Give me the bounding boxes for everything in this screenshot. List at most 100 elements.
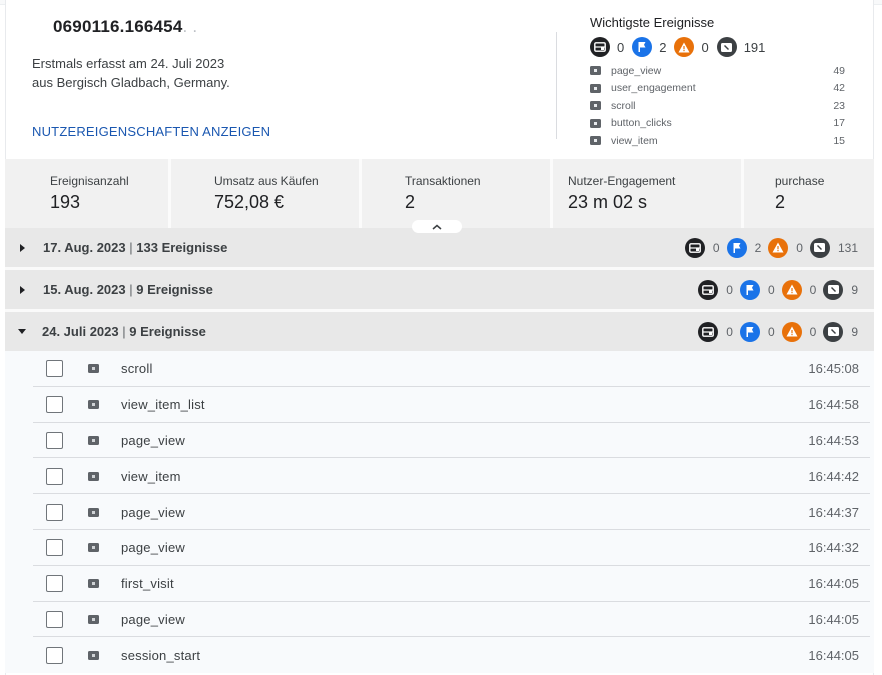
badge-count: 0 bbox=[701, 39, 709, 55]
event-row[interactable]: view_item_list 16:44:58 bbox=[5, 387, 874, 423]
event-name[interactable]: first_visit bbox=[121, 576, 808, 591]
event-icon bbox=[88, 400, 99, 410]
event-row[interactable]: first_visit 16:44:05 bbox=[5, 566, 874, 602]
top-event-item[interactable]: view_item 15 bbox=[590, 132, 850, 150]
summary-stats: Ereignisanzahl 193 Umsatz aus Käufen 752… bbox=[5, 159, 874, 228]
event-row[interactable]: page_view 16:44:32 bbox=[5, 530, 874, 566]
badge-count: 131 bbox=[837, 240, 858, 255]
stat-transactions: Transaktionen 2 bbox=[362, 159, 553, 228]
event-checkbox[interactable] bbox=[46, 431, 63, 449]
top-events-title: Wichtigste Ereignisse bbox=[590, 15, 715, 30]
day-section-header[interactable]: 24. Juli 2023 | 9 Ereignisse 0 0 0 9 bbox=[5, 312, 874, 351]
badge-count: 0 bbox=[617, 39, 625, 55]
user-header-card: 0690116.166454. . Erstmals erfasst am 24… bbox=[5, 5, 874, 159]
event-row[interactable]: session_start 16:44:05 bbox=[5, 637, 874, 673]
day-title: 17. Aug. 2023 | 133 Ereignisse bbox=[43, 240, 228, 255]
top-events-list: page_view 49 user_engagement 42 scroll 23 b… bbox=[590, 62, 850, 150]
event-icon bbox=[823, 279, 844, 300]
event-name[interactable]: page_view bbox=[121, 505, 808, 520]
top-event-item[interactable]: button_clicks 17 bbox=[590, 115, 850, 133]
badge-count: 0 bbox=[767, 324, 775, 339]
expand-caret-icon[interactable] bbox=[20, 243, 25, 252]
badge-count: 0 bbox=[796, 240, 803, 255]
event-checkbox[interactable] bbox=[46, 575, 63, 593]
event-name[interactable]: page_view bbox=[121, 433, 808, 448]
top-events-panel: Wichtigste Ereignisse 0 2 0 191 page_vie… bbox=[590, 15, 850, 150]
warning-icon bbox=[781, 279, 802, 300]
web-stories-icon bbox=[698, 279, 719, 300]
flag-icon bbox=[739, 279, 760, 300]
flag-icon bbox=[726, 237, 747, 258]
collapse-caret-icon[interactable] bbox=[18, 329, 26, 334]
day-badges: 0 0 0 9 bbox=[698, 321, 858, 342]
event-time: 16:45:08 bbox=[808, 361, 859, 377]
badge-count: 0 bbox=[767, 282, 775, 297]
event-list: scroll 16:45:08 view_item_list 16:44:58 pa… bbox=[5, 351, 874, 674]
event-name[interactable]: page_view bbox=[121, 540, 808, 555]
event-checkbox[interactable] bbox=[46, 467, 63, 485]
event-checkbox[interactable] bbox=[46, 503, 63, 521]
badge-count: 0 bbox=[809, 282, 817, 297]
event-checkbox[interactable] bbox=[46, 539, 63, 557]
show-user-properties-link[interactable]: NUTZEREIGENSCHAFTEN ANZEIGEN bbox=[32, 124, 270, 139]
event-row[interactable]: scroll 16:45:08 bbox=[5, 351, 874, 387]
expand-caret-icon[interactable] bbox=[20, 285, 25, 294]
badge-count: 0 bbox=[726, 324, 733, 339]
event-time: 16:44:05 bbox=[808, 576, 859, 592]
day-title: 24. Juli 2023 | 9 Ereignisse bbox=[42, 324, 206, 339]
top-event-item[interactable]: scroll 23 bbox=[590, 97, 850, 115]
top-event-item[interactable]: user_engagement 42 bbox=[590, 80, 850, 98]
event-icon bbox=[590, 66, 601, 76]
badge-count: 0 bbox=[712, 240, 720, 255]
event-checkbox[interactable] bbox=[46, 646, 63, 664]
event-name[interactable]: page_view bbox=[121, 612, 808, 627]
first-seen-info: Erstmals erfasst am 24. Juli 2023 aus Be… bbox=[32, 54, 230, 92]
badge-count: 9 bbox=[851, 324, 858, 339]
badge-count: 0 bbox=[726, 282, 733, 297]
stat-engagement: Nutzer-Engagement 23 m 02 s bbox=[553, 159, 744, 228]
event-time: 16:44:53 bbox=[808, 432, 859, 448]
event-checkbox[interactable] bbox=[46, 610, 63, 628]
stat-label: Umsatz aus Käufen bbox=[214, 174, 319, 188]
event-checkbox[interactable] bbox=[46, 360, 63, 378]
event-row[interactable]: view_item 16:44:42 bbox=[5, 458, 874, 494]
stat-value: 752,08 € bbox=[214, 192, 285, 212]
day-section-header[interactable]: 15. Aug. 2023 | 9 Ereignisse 0 0 0 9 bbox=[5, 270, 874, 309]
day-badges: 0 0 0 9 bbox=[698, 279, 858, 300]
first-seen-date: Erstmals erfasst am 24. Juli 2023 bbox=[32, 56, 225, 71]
stat-event-count: Ereignisanzahl 193 bbox=[5, 159, 171, 228]
web-stories-icon bbox=[590, 37, 610, 57]
stat-value: 2 bbox=[405, 192, 416, 212]
badge-count: 0 bbox=[809, 324, 817, 339]
stat-label: Transaktionen bbox=[405, 174, 481, 188]
badge-count: 191 bbox=[743, 39, 766, 55]
event-name[interactable]: view_item bbox=[121, 469, 808, 484]
stat-value: 2 bbox=[775, 192, 786, 212]
user-id-truncation: . . bbox=[182, 17, 198, 36]
event-name[interactable]: session_start bbox=[121, 648, 808, 663]
first-seen-location: aus Bergisch Gladbach, Germany. bbox=[32, 75, 230, 90]
warning-icon bbox=[781, 321, 802, 342]
event-row[interactable]: page_view 16:44:37 bbox=[5, 494, 874, 530]
event-icon bbox=[88, 579, 99, 589]
day-section-header[interactable]: 17. Aug. 2023 | 133 Ereignisse 0 2 0 131 bbox=[5, 228, 874, 267]
user-id: 0690116.166454. . bbox=[53, 17, 197, 37]
event-name[interactable]: view_item_list bbox=[121, 397, 808, 412]
event-icon bbox=[88, 364, 99, 374]
collapse-stats-button[interactable] bbox=[412, 220, 462, 233]
event-row[interactable]: page_view 16:44:53 bbox=[5, 423, 874, 459]
badge-count: 9 bbox=[851, 282, 858, 297]
event-name[interactable]: scroll bbox=[121, 361, 808, 376]
chevron-up-icon bbox=[432, 224, 442, 230]
event-checkbox[interactable] bbox=[46, 396, 63, 414]
event-time: 16:44:42 bbox=[808, 468, 859, 484]
warning-icon bbox=[674, 37, 695, 57]
top-event-item[interactable]: page_view 49 bbox=[590, 62, 850, 80]
flag-icon bbox=[739, 321, 760, 342]
event-row[interactable]: page_view 16:44:05 bbox=[5, 602, 874, 638]
event-icon bbox=[590, 118, 601, 128]
warning-icon bbox=[768, 237, 789, 258]
event-icon bbox=[716, 37, 737, 57]
day-badges: 0 2 0 131 bbox=[684, 237, 858, 258]
stat-label: Nutzer-Engagement bbox=[568, 174, 676, 188]
